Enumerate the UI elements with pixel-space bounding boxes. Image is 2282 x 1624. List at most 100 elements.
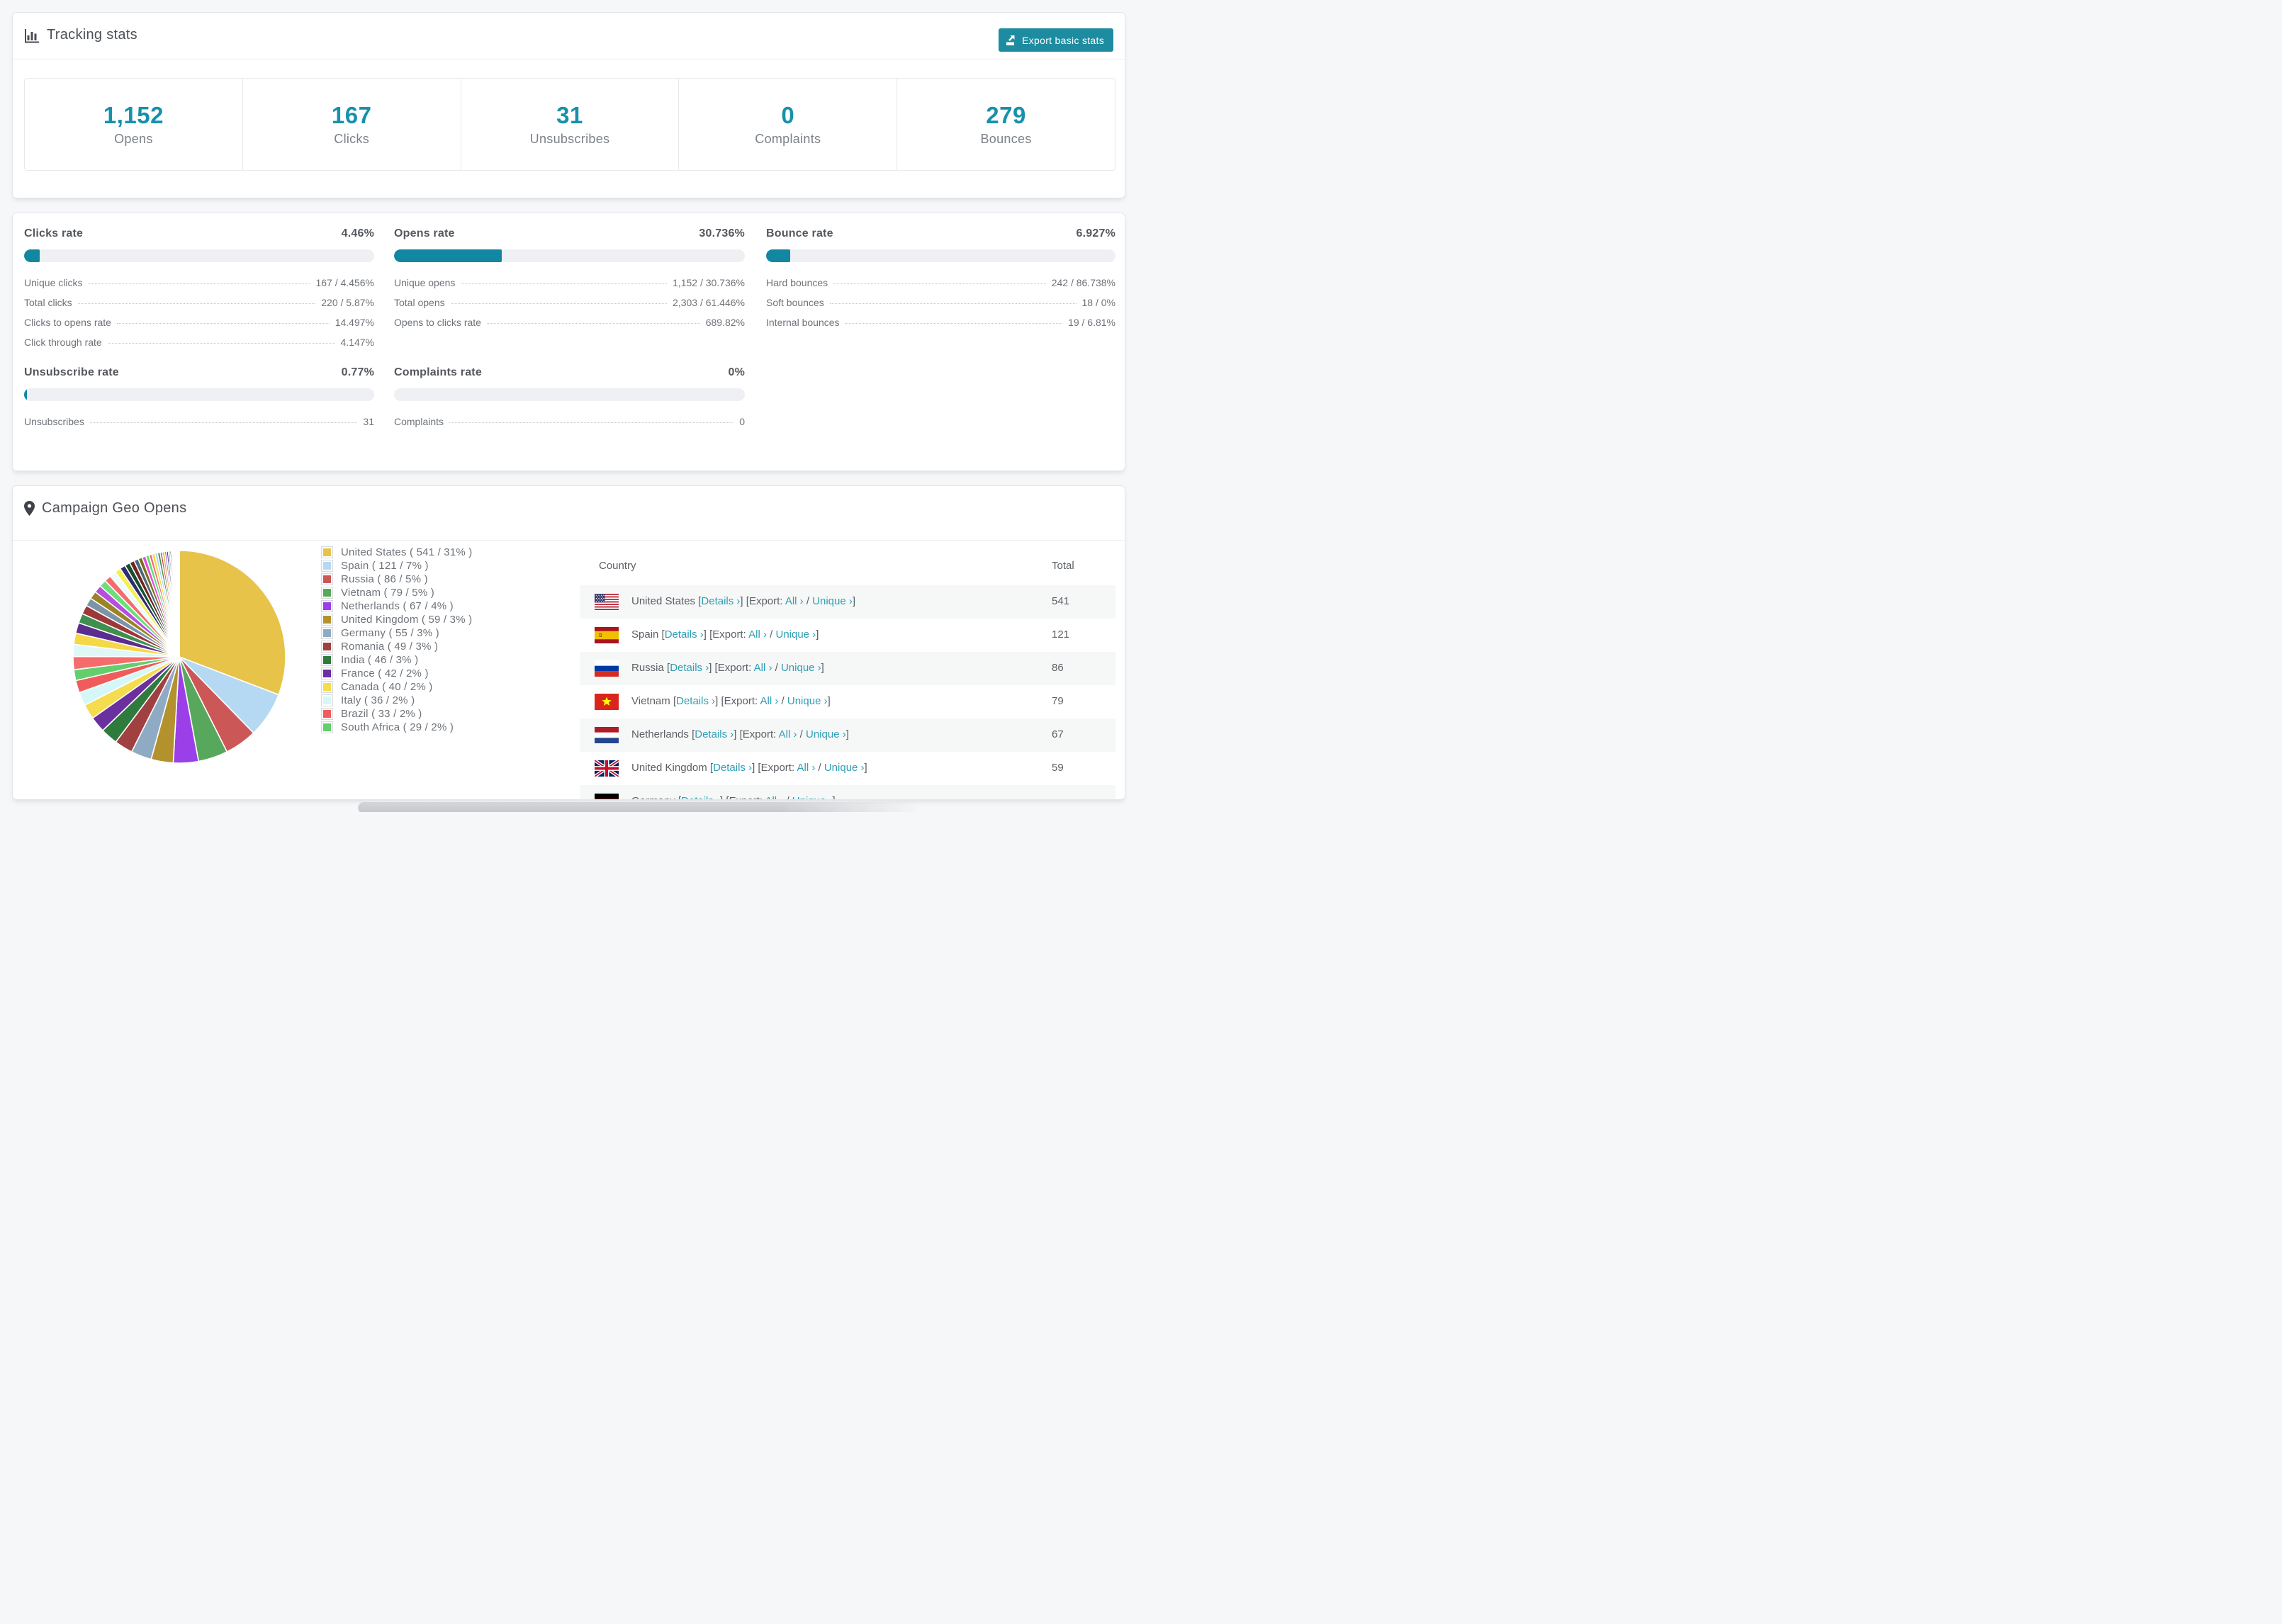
details-link[interactable]: Details › [713,762,752,774]
dotted-leader [449,422,734,423]
rate-progress-bar [766,249,1115,262]
export-unique-link[interactable]: Unique › [792,795,833,799]
stat-box: 0 Complaints [678,79,896,170]
stat-value: 31 [556,102,583,128]
legend-swatch [321,681,333,693]
pie-legend: United States ( 541 / 31% ) Spain ( 121 … [321,546,473,734]
export-all-link[interactable]: All › [760,695,779,707]
detail-value: 31 [363,416,374,427]
legend-label: United Kingdom ( 59 / 3% ) [341,614,473,626]
rate-detail-row: Total clicks 220 / 5.87% [24,297,374,317]
horizontal-scrollbar[interactable] [358,802,921,812]
export-unique-link[interactable]: Unique › [781,662,821,674]
country-column-header: Country [599,560,636,572]
rate-value: 4.46% [341,227,374,239]
country-name: Russia [631,662,664,674]
geo-title: Campaign Geo Opens [42,500,187,516]
legend-swatch [321,614,333,626]
rate-detail-row: Complaints 0 [394,416,745,436]
legend-swatch [321,721,333,733]
export-basic-stats-button[interactable]: Export basic stats [999,28,1113,52]
export-prefix: Export: [748,595,783,607]
dotted-leader [450,303,668,304]
country-name: United Kingdom [631,762,707,774]
legend-item: Vietnam ( 79 / 5% ) [321,586,473,599]
dotted-leader [461,283,668,284]
stat-value: 1,152 [103,102,164,128]
geo-opens-table: Country Total United States [Details ›] … [580,546,1115,799]
dotted-leader [845,323,1063,324]
rates-card: Clicks rate 4.46% Unique clicks 167 / 4.… [12,213,1125,471]
stat-box: 167 Clicks [242,79,461,170]
rate-value: 6.927% [1076,227,1115,239]
export-unique-link[interactable]: Unique › [806,728,846,740]
rate-progress-fill [24,249,40,262]
details-link[interactable]: Details › [701,595,740,607]
details-link[interactable]: Details › [695,728,734,740]
legend-label: United States ( 541 / 31% ) [341,546,473,558]
geo-table-header: Country Total [580,546,1115,585]
detail-label: Opens to clicks rate [394,317,481,328]
details-link[interactable]: Details › [676,695,715,707]
country-name: Vietnam [631,695,670,707]
dotted-leader [89,422,358,423]
legend-label: Spain ( 121 / 7% ) [341,560,429,572]
export-all-link[interactable]: All › [765,795,783,799]
country-flag-icon [595,694,619,710]
legend-item: United States ( 541 / 31% ) [321,546,473,559]
detail-value: 14.497% [335,317,374,328]
export-all-link[interactable]: All › [748,628,767,641]
detail-label: Complaints [394,416,444,427]
legend-swatch [321,600,333,612]
tracking-stats-header: Tracking stats [24,27,137,43]
country-total: 86 [1052,662,1064,674]
detail-value: 4.147% [340,337,374,348]
legend-swatch [321,667,333,680]
stat-value: 279 [986,102,1026,128]
rate-detail-row: Internal bounces 19 / 6.81% [766,317,1115,337]
legend-item: Canada ( 40 / 2% ) [321,680,473,694]
rate-detail-row: Soft bounces 18 / 0% [766,297,1115,317]
export-all-link[interactable]: All › [797,762,815,774]
legend-swatch [321,587,333,599]
export-all-link[interactable]: All › [779,728,797,740]
rate-title: Unsubscribe rate [24,366,119,378]
export-all-link[interactable]: All › [785,595,804,607]
export-unique-link[interactable]: Unique › [775,628,816,641]
rate-detail-row: Click through rate 4.147% [24,337,374,356]
country-table-row: United Kingdom [Details ›] [Export: All … [580,752,1115,785]
dotted-leader [107,343,335,344]
legend-swatch [321,627,333,639]
legend-label: India ( 46 / 3% ) [341,654,419,666]
details-link[interactable]: Details › [670,662,709,674]
detail-label: Click through rate [24,337,102,348]
export-unique-link[interactable]: Unique › [812,595,853,607]
rate-section: Opens rate 30.736% Unique opens 1,152 / … [394,227,745,337]
stat-value: 167 [331,102,372,128]
page-title: Tracking stats [47,27,137,43]
rate-detail-row: Unique opens 1,152 / 30.736% [394,277,745,297]
stat-box: 1,152 Opens [25,79,242,170]
details-link[interactable]: Details › [665,628,704,641]
rate-value: 0.77% [341,366,374,378]
rate-value: 0% [728,366,745,378]
detail-value: 18 / 0% [1081,297,1115,308]
geo-header: Campaign Geo Opens [24,500,186,517]
legend-label: Vietnam ( 79 / 5% ) [341,587,434,599]
country-flag-icon [595,727,619,743]
rate-progress-bar [24,249,374,262]
country-total: 79 [1052,695,1064,707]
export-unique-link[interactable]: Unique › [824,762,865,774]
details-link[interactable]: Details › [681,795,720,799]
detail-value: 2,303 / 61.446% [673,297,745,308]
rate-progress-bar [394,249,745,262]
export-all-link[interactable]: All › [754,662,772,674]
export-unique-link[interactable]: Unique › [787,695,828,707]
country-table-row: Vietnam [Details ›] [Export: All › / Uni… [580,685,1115,718]
geo-divider [13,540,1125,541]
country-name: Netherlands [631,728,689,740]
legend-swatch [321,573,333,585]
dotted-leader [486,323,700,324]
country-total: 67 [1052,728,1064,740]
dotted-leader [77,303,316,304]
